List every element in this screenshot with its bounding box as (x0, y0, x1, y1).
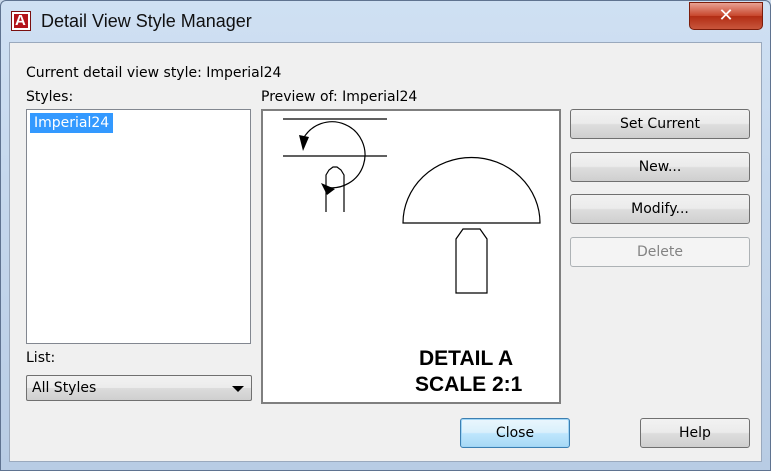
detail-stem (455, 228, 488, 294)
window-title: Detail View Style Manager (41, 11, 252, 31)
help-button[interactable]: Help (640, 418, 750, 448)
delete-style-button[interactable]: Delete (570, 237, 750, 267)
list-filter-dropdown[interactable]: All Styles (26, 375, 252, 401)
current-style-label: Current detail view style: Imperial24 (26, 65, 282, 81)
list-label: List: (26, 350, 56, 366)
set-current-button[interactable]: Set Current (570, 109, 750, 139)
title-bar[interactable]: A Detail View Style Manager ✕ (1, 1, 770, 41)
detail-preview-drawing (283, 118, 541, 294)
style-preview-pane: DETAIL A SCALE 2:1 (261, 109, 561, 404)
detail-label-line1: DETAIL A (419, 347, 514, 370)
app-icon[interactable]: A (11, 11, 31, 31)
dialog-window: A Detail View Style Manager ✕ Current de… (0, 0, 771, 471)
detail-label-line2: SCALE 2:1 (415, 373, 523, 396)
styles-label: Styles: (26, 89, 74, 105)
close-icon: ✕ (718, 5, 734, 26)
list-filter-value: All Styles (32, 380, 97, 396)
new-style-button[interactable]: New... (570, 152, 750, 182)
modify-style-button[interactable]: Modify... (570, 194, 750, 224)
preview-label: Preview of: Imperial24 (261, 89, 418, 105)
app-icon-letter: A (15, 12, 26, 29)
callout-arrow-bottom (321, 183, 335, 195)
dialog-body: Current detail view style: Imperial24 St… (9, 42, 762, 462)
styles-listbox[interactable]: Imperial24 (26, 109, 251, 344)
window-close-button[interactable]: ✕ (689, 2, 763, 30)
close-button[interactable]: Close (460, 418, 570, 448)
styles-list-item-imperial24[interactable]: Imperial24 (30, 113, 114, 133)
callout-circle (302, 121, 366, 189)
callout-arrow-top (299, 135, 309, 151)
detail-dome (402, 156, 541, 224)
chevron-down-icon (232, 386, 244, 392)
